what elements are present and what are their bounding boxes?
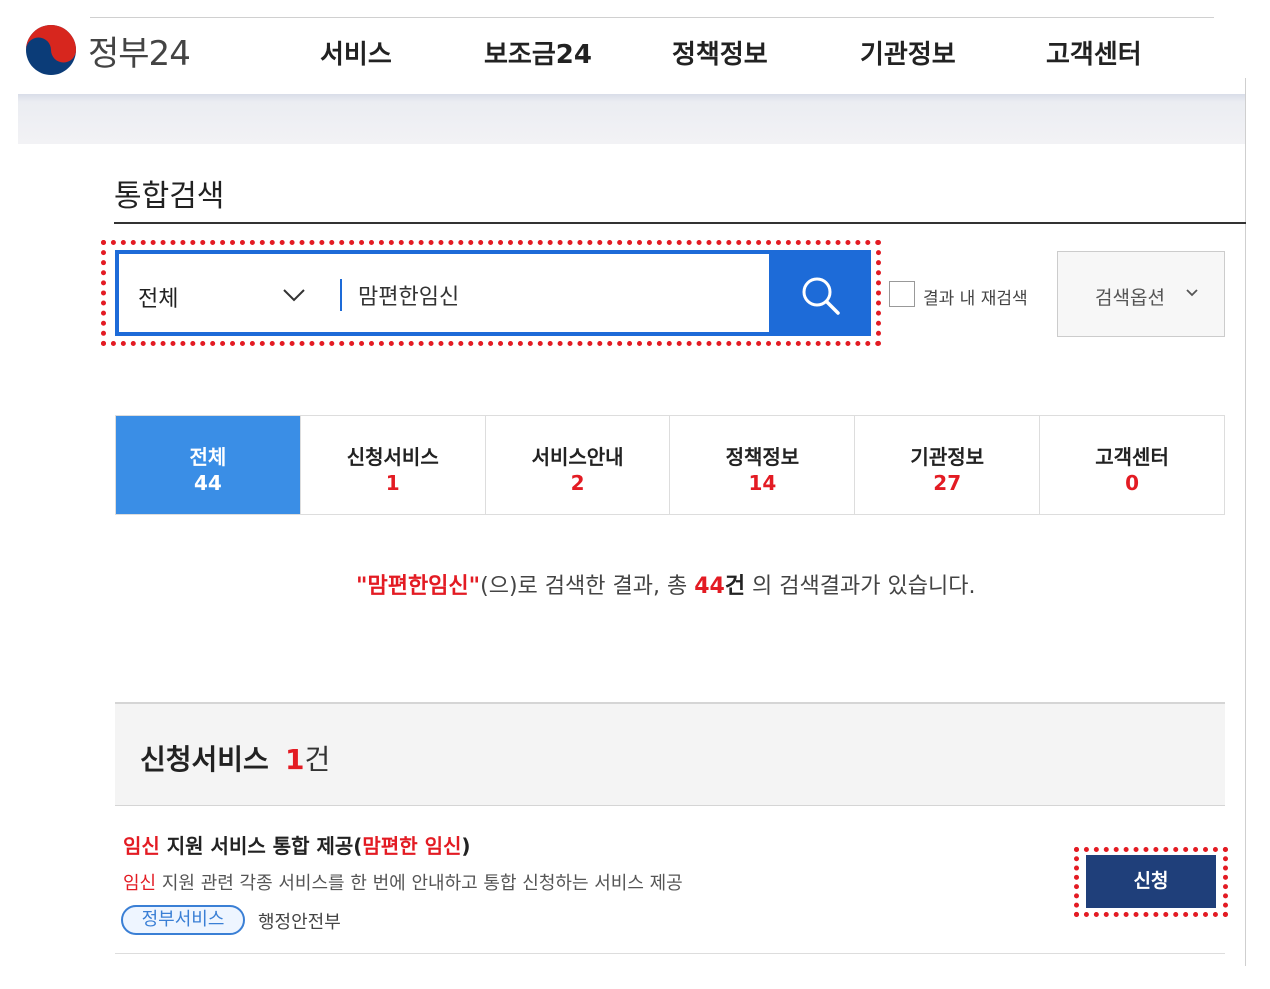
- summary-count: 44: [694, 574, 725, 599]
- tab-apply-services[interactable]: 신청서비스 1: [301, 416, 486, 514]
- chevron-down-icon[interactable]: [281, 281, 307, 307]
- summary-text-end: 의 검색결과가 있습니다.: [745, 574, 976, 599]
- section-count: 1건: [285, 738, 330, 778]
- government-logo-icon[interactable]: [25, 24, 77, 76]
- tab-all[interactable]: 전체 44: [116, 416, 301, 514]
- content-right-border: [1245, 78, 1246, 966]
- summary-unit: 건: [724, 574, 746, 599]
- nav-policy[interactable]: 정책정보: [672, 34, 768, 71]
- tab-count: 44: [193, 471, 222, 495]
- item-divider: [115, 953, 1225, 954]
- tab-agency[interactable]: 기관정보 27: [855, 416, 1041, 514]
- nav-agency[interactable]: 기관정보: [860, 34, 956, 71]
- tab-label: 신청서비스: [346, 445, 439, 469]
- title-mid: 지원 서비스 통합 제공(: [159, 834, 363, 858]
- desc-highlight: 임신: [123, 873, 157, 894]
- title-highlight: 임신: [123, 834, 160, 858]
- tab-count: 27: [933, 471, 962, 495]
- recheck-checkbox[interactable]: [889, 281, 915, 307]
- category-badge: 정부서비스: [121, 905, 245, 935]
- tab-count: 14: [748, 471, 777, 495]
- tab-label: 정책정보: [725, 445, 800, 469]
- tab-label: 서비스안내: [531, 445, 624, 469]
- search-divider: [340, 279, 342, 311]
- tab-count: 2: [570, 471, 585, 495]
- result-summary: "맘편한임신"(으)로 검색한 결과, 총 44건 의 검색결과가 있습니다.: [356, 568, 975, 600]
- section-count-unit: 건: [304, 743, 331, 776]
- logo-text[interactable]: 정부24: [88, 26, 191, 75]
- nav-services[interactable]: 서비스: [320, 34, 392, 71]
- search-scope-select[interactable]: 전체: [138, 281, 178, 313]
- section-header: [115, 702, 1225, 806]
- section-count-number: 1: [285, 743, 305, 776]
- search-button[interactable]: [771, 250, 871, 336]
- result-item-title[interactable]: 임신 지원 서비스 통합 제공(맘편한 임신): [123, 830, 471, 859]
- title-divider: [114, 222, 1246, 224]
- page-title: 통합검색: [114, 179, 225, 214]
- title-end: ): [461, 834, 471, 858]
- section-title: 신청서비스: [140, 743, 269, 776]
- tab-count: 1: [385, 471, 400, 495]
- tab-count: 0: [1125, 471, 1140, 495]
- organization-name: 행정안전부: [258, 912, 341, 933]
- nav-subsidy[interactable]: 보조금24: [484, 34, 592, 71]
- tab-label: 기관정보: [910, 445, 985, 469]
- chevron-down-icon: [1186, 289, 1198, 297]
- tab-policy[interactable]: 정책정보 14: [670, 416, 856, 514]
- search-icon: [802, 277, 840, 315]
- nav-support[interactable]: 고객센터: [1046, 34, 1142, 71]
- tab-label: 고객센터: [1095, 445, 1169, 469]
- tab-label: 전체: [189, 445, 227, 469]
- search-input[interactable]: 맘편한임신: [358, 279, 459, 311]
- recheck-label: 결과 내 재검색: [923, 289, 1028, 309]
- result-item-description: 임신 지원 관련 각종 서비스를 한 번에 안내하고 통합 신청하는 서비스 제…: [123, 869, 683, 895]
- summary-query: "맘편한임신": [356, 574, 481, 599]
- tab-support[interactable]: 고객센터 0: [1040, 416, 1224, 514]
- summary-text: (으)로 검색한 결과, 총: [480, 574, 695, 599]
- result-tabs: 전체 44 신청서비스 1 서비스안내 2 정책정보 14 기관정보 27 고객…: [115, 415, 1225, 515]
- tab-service-guide[interactable]: 서비스안내 2: [486, 416, 671, 514]
- header-top-rule: [90, 17, 1214, 18]
- search-options-label: 검색옵션: [1095, 287, 1165, 309]
- header-shadow-band: [18, 94, 1246, 144]
- apply-button[interactable]: 신청: [1086, 855, 1216, 908]
- title-highlight-2: 맘편한 임신: [362, 834, 462, 858]
- desc-rest: 지원 관련 각종 서비스를 한 번에 안내하고 통합 신청하는 서비스 제공: [156, 873, 683, 894]
